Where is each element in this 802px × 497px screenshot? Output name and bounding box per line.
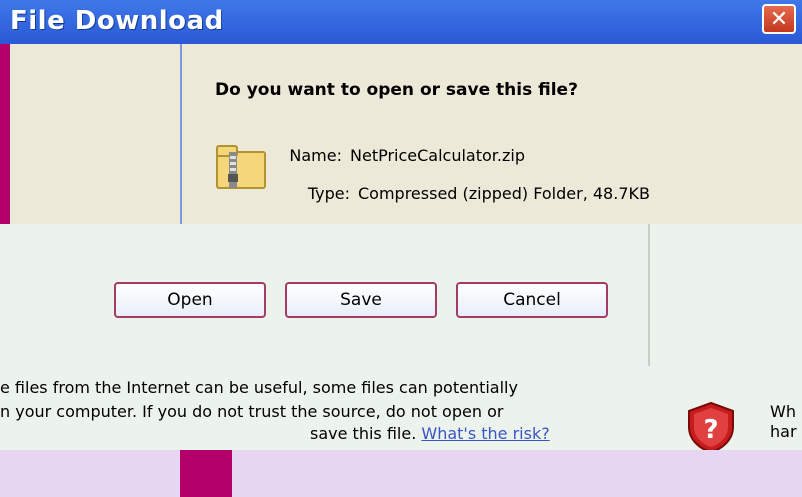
svg-text:?: ?: [703, 415, 718, 445]
file-name-row: Name: NetPriceCalculator.zip: [272, 146, 525, 165]
shield-question-icon: ?: [688, 401, 734, 454]
bottom-strip: [0, 450, 802, 497]
warning-text: e files from the Internet can be useful,…: [0, 376, 518, 424]
side-warning-line-2: har: [770, 422, 797, 441]
button-panel: Open Save Cancel: [0, 224, 802, 366]
file-name-label: Name:: [289, 146, 342, 165]
title-bar: File Download ✕: [0, 0, 802, 44]
file-download-dialog: File Download ✕ Do you want to open or s…: [0, 0, 802, 497]
warning-line-3: save this file.: [310, 424, 417, 443]
save-button[interactable]: Save: [285, 282, 437, 318]
panel-divider: [648, 224, 650, 366]
side-warning-line-1: Wh: [770, 402, 796, 421]
bottom-strip-gap: [180, 450, 232, 497]
warning-panel: e files from the Internet can be useful,…: [0, 366, 802, 454]
warning-line-1: e files from the Internet can be useful,…: [0, 378, 518, 397]
file-type-value: Compressed (zipped) Folder, 48.7KB: [358, 184, 650, 203]
zip-folder-icon: [216, 145, 266, 189]
file-type-row: Type: Compressed (zipped) Folder, 48.7KB: [280, 184, 650, 203]
whats-the-risk-link[interactable]: What's the risk?: [421, 424, 549, 443]
cancel-button[interactable]: Cancel: [456, 282, 608, 318]
risk-line: save this file. What's the risk?: [310, 424, 550, 443]
close-button[interactable]: ✕: [762, 4, 796, 34]
file-info-panel: Do you want to open or save this file? N…: [10, 44, 802, 224]
dialog-question: Do you want to open or save this file?: [215, 80, 578, 100]
open-button[interactable]: Open: [114, 282, 266, 318]
file-type-label: Type:: [307, 184, 350, 203]
left-panel: [10, 44, 182, 224]
warning-line-2: n your computer. If you do not trust the…: [0, 402, 504, 421]
close-icon: ✕: [769, 6, 789, 32]
file-name-value: NetPriceCalculator.zip: [350, 146, 525, 165]
window-title: File Download: [10, 6, 224, 36]
side-warning-text: Wh har: [770, 402, 802, 442]
